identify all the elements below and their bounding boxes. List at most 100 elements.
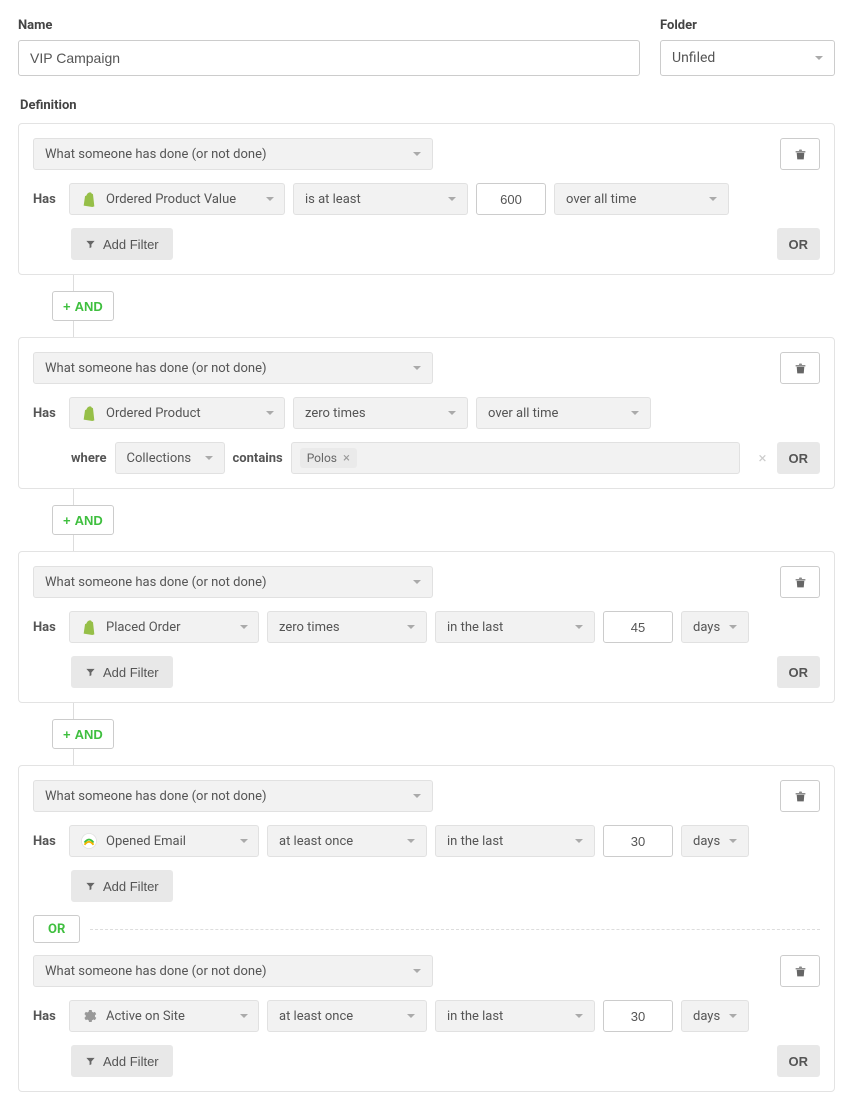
- and-button[interactable]: +AND: [52, 719, 114, 749]
- filter-icon: [85, 1056, 96, 1067]
- event-select[interactable]: Opened Email: [69, 825, 259, 857]
- filter-icon: [85, 239, 96, 250]
- has-label: Has: [33, 620, 61, 635]
- chevron-down-icon: [709, 197, 717, 201]
- delete-button[interactable]: [780, 566, 820, 598]
- add-filter-button[interactable]: Add Filter: [71, 1045, 173, 1077]
- has-label: Has: [33, 1009, 61, 1024]
- timeframe-select[interactable]: over all time: [554, 183, 729, 215]
- timeframe-select[interactable]: in the last: [435, 611, 595, 643]
- chevron-down-icon: [575, 625, 583, 629]
- contains-label: contains: [233, 451, 283, 466]
- condition-block: What someone has done (or not done) Has …: [18, 337, 835, 489]
- event-select[interactable]: Ordered Product: [69, 397, 285, 429]
- trash-icon: [794, 790, 807, 803]
- chevron-down-icon: [575, 839, 583, 843]
- event-select[interactable]: Active on Site: [69, 1000, 259, 1032]
- delete-button[interactable]: [780, 955, 820, 987]
- timeframe-select[interactable]: in the last: [435, 825, 595, 857]
- shopify-icon: [80, 190, 98, 208]
- folder-label: Folder: [660, 18, 835, 33]
- operator-select[interactable]: zero times: [293, 397, 468, 429]
- trash-icon: [794, 965, 807, 978]
- or-button[interactable]: OR: [777, 228, 821, 260]
- where-field-select[interactable]: Collections: [115, 442, 225, 474]
- value-input[interactable]: [476, 183, 546, 215]
- chevron-down-icon: [729, 1014, 737, 1018]
- chevron-down-icon: [729, 625, 737, 629]
- condition-block: What someone has done (or not done) Has …: [18, 765, 835, 1092]
- add-filter-button[interactable]: Add Filter: [71, 656, 173, 688]
- condition-block: What someone has done (or not done) Has …: [18, 123, 835, 275]
- unit-select[interactable]: days: [681, 1000, 749, 1032]
- connector-line: [73, 749, 74, 765]
- operator-select[interactable]: is at least: [293, 183, 468, 215]
- timeframe-select[interactable]: over all time: [476, 397, 651, 429]
- delete-button[interactable]: [780, 780, 820, 812]
- chevron-down-icon: [407, 1014, 415, 1018]
- connector-line: [73, 275, 74, 291]
- chevron-down-icon: [240, 625, 248, 629]
- connector-line: [73, 321, 74, 337]
- condition-type-select[interactable]: What someone has done (or not done): [33, 566, 433, 598]
- condition-type-select[interactable]: What someone has done (or not done): [33, 352, 433, 384]
- unit-select[interactable]: days: [681, 825, 749, 857]
- gear-icon: [80, 1007, 98, 1025]
- chevron-down-icon: [266, 197, 274, 201]
- unit-select[interactable]: days: [681, 611, 749, 643]
- and-button[interactable]: +AND: [52, 505, 114, 535]
- condition-type-select[interactable]: What someone has done (or not done): [33, 955, 433, 987]
- chevron-down-icon: [205, 456, 213, 460]
- folder-select[interactable]: Unfiled: [660, 40, 835, 76]
- value-input[interactable]: [603, 611, 673, 643]
- filter-icon: [85, 881, 96, 892]
- chevron-down-icon: [413, 794, 421, 798]
- or-button[interactable]: OR: [777, 1045, 821, 1077]
- or-label[interactable]: OR: [33, 915, 80, 943]
- event-select[interactable]: Placed Order: [69, 611, 259, 643]
- and-button[interactable]: +AND: [52, 291, 114, 321]
- trash-icon: [794, 148, 807, 161]
- delete-button[interactable]: [780, 138, 820, 170]
- chevron-down-icon: [407, 839, 415, 843]
- has-label: Has: [33, 192, 61, 207]
- connector-line: [73, 489, 74, 505]
- remove-tag-icon[interactable]: ×: [343, 452, 350, 465]
- chevron-down-icon: [266, 411, 274, 415]
- dashed-line: [90, 929, 820, 930]
- condition-type-select[interactable]: What someone has done (or not done): [33, 780, 433, 812]
- where-label: where: [71, 451, 107, 466]
- value-input[interactable]: [603, 825, 673, 857]
- add-filter-button[interactable]: Add Filter: [71, 870, 173, 902]
- or-button[interactable]: OR: [777, 442, 821, 474]
- chevron-down-icon: [413, 366, 421, 370]
- remove-filter-icon[interactable]: ×: [748, 449, 776, 467]
- name-input[interactable]: [18, 40, 640, 76]
- operator-select[interactable]: at least once: [267, 1000, 427, 1032]
- chevron-down-icon: [631, 411, 639, 415]
- chevron-down-icon: [448, 197, 456, 201]
- folder-value: Unfiled: [672, 50, 715, 66]
- delete-button[interactable]: [780, 352, 820, 384]
- chevron-down-icon: [413, 152, 421, 156]
- where-value-field[interactable]: Polos ×: [291, 442, 741, 474]
- chevron-down-icon: [815, 56, 823, 60]
- chevron-down-icon: [575, 1014, 583, 1018]
- filter-tag: Polos ×: [300, 448, 357, 468]
- chevron-down-icon: [729, 839, 737, 843]
- chevron-down-icon: [413, 580, 421, 584]
- condition-type-select[interactable]: What someone has done (or not done): [33, 138, 433, 170]
- event-select[interactable]: Ordered Product Value: [69, 183, 285, 215]
- value-input[interactable]: [603, 1000, 673, 1032]
- trash-icon: [794, 362, 807, 375]
- filter-icon: [85, 667, 96, 678]
- timeframe-select[interactable]: in the last: [435, 1000, 595, 1032]
- add-filter-button[interactable]: Add Filter: [71, 228, 173, 260]
- or-button[interactable]: OR: [777, 656, 821, 688]
- definition-heading: Definition: [20, 98, 835, 113]
- connector-line: [73, 703, 74, 719]
- operator-select[interactable]: at least once: [267, 825, 427, 857]
- chevron-down-icon: [240, 1014, 248, 1018]
- operator-select[interactable]: zero times: [267, 611, 427, 643]
- trash-icon: [794, 576, 807, 589]
